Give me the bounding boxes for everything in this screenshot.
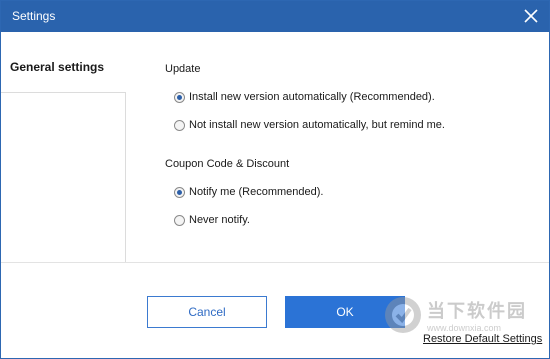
radio-label: Not install new version automatically, b…: [189, 119, 445, 131]
sidebar: General settings: [1, 32, 126, 262]
radio-button[interactable]: [174, 215, 185, 226]
radio-button-checked[interactable]: [174, 187, 185, 198]
coupon-heading: Coupon Code & Discount: [165, 158, 290, 170]
radio-label: Install new version automatically (Recom…: [189, 91, 435, 103]
settings-window: Settings General settings Update Install…: [0, 0, 550, 359]
radio-button[interactable]: [174, 120, 185, 131]
settings-content: General settings Update Install new vers…: [1, 32, 549, 262]
close-icon: [524, 9, 538, 23]
close-button[interactable]: [517, 3, 545, 29]
restore-default-settings-link[interactable]: Restore Default Settings: [423, 333, 542, 345]
watermark-text: 当下软件园: [427, 301, 527, 321]
watermark-url: www.downxia.com: [427, 323, 502, 333]
radio-label: Notify me (Recommended).: [189, 186, 324, 198]
window-title: Settings: [12, 9, 56, 23]
radio-button-checked[interactable]: [174, 92, 185, 103]
sidebar-item-label: General settings: [10, 60, 105, 74]
radio-label: Never notify.: [189, 214, 250, 226]
cancel-button[interactable]: Cancel: [147, 296, 267, 328]
watermark-logo-icon: [385, 297, 421, 333]
dialog-footer: Cancel OK 当下软件园 www.downxia.com Restore …: [1, 262, 549, 358]
sidebar-item-general-settings[interactable]: General settings: [1, 32, 126, 93]
update-heading: Update: [165, 63, 201, 75]
title-bar: Settings: [1, 1, 549, 32]
